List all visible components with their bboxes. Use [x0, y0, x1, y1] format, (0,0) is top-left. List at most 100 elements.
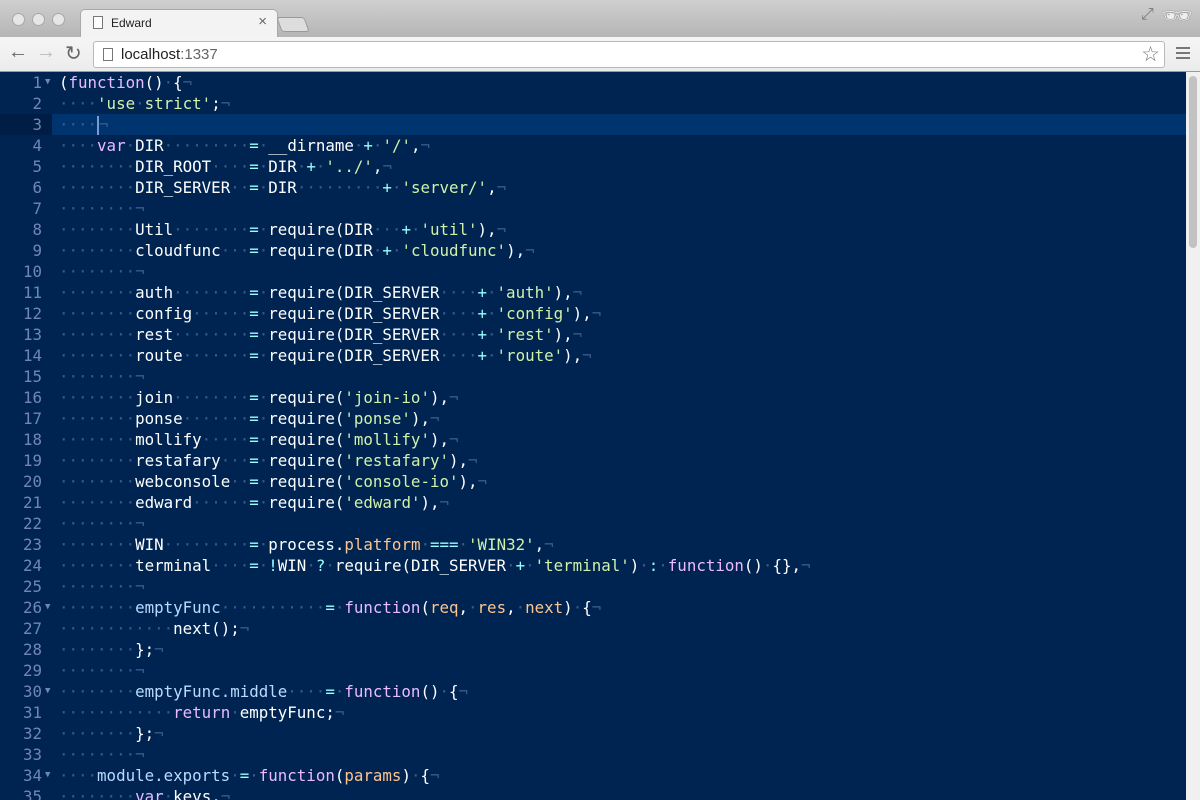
code-token: : [648, 556, 659, 575]
eol-marker: ¬ [135, 367, 145, 386]
code-line[interactable]: 9 ········cloudfunc···=·require(DIR·+·'cl… [0, 240, 1186, 261]
code-line[interactable]: 34 ▼ ····module.exports·=·function(params)… [0, 765, 1186, 786]
code-text: ········webconsole··=·require('console-i… [59, 471, 487, 492]
code-token: + [515, 556, 526, 575]
code-line[interactable]: 20 ········webconsole··=·require('console… [0, 471, 1186, 492]
code-token: = [249, 283, 259, 302]
code-line[interactable]: 1 ▼ (function()·{¬ [0, 72, 1186, 93]
eol-marker: ¬ [468, 451, 478, 470]
address-bar[interactable]: localhost:1337 ☆ [93, 41, 1165, 68]
code-token: ·require( [258, 409, 345, 428]
code-line[interactable]: 4 ····var·DIR·········=·__dirname·+·'/',¬ [0, 135, 1186, 156]
line-number: 13 [22, 325, 42, 344]
reload-icon[interactable]: ↻ [65, 41, 82, 66]
eol-marker: ¬ [420, 136, 431, 155]
eol-marker: ¬ [572, 283, 583, 302]
fold-arrow-icon[interactable]: ▼ [45, 765, 50, 786]
code-token: ? [315, 556, 326, 575]
eol-marker: ¬ [135, 514, 145, 533]
code-token: res [477, 598, 507, 617]
incognito-icon: 🕶 [1162, 3, 1193, 30]
new-tab-button[interactable] [276, 17, 310, 32]
line-number: 15 [22, 367, 42, 386]
code-line[interactable]: 35 ········var·keys,¬ [0, 786, 1186, 800]
eol-marker: ¬ [449, 388, 459, 407]
code-token: · [525, 556, 535, 575]
code-line[interactable]: 3 ···· ¬ [0, 114, 1186, 135]
code-text: ········ponse·······=·require('ponse'),¬ [59, 408, 439, 429]
code-line[interactable]: 29 ········¬ [0, 660, 1186, 681]
code-line[interactable]: 2 ····'use·strict';¬ [0, 93, 1186, 114]
code-token: ········ [59, 514, 136, 533]
window-minimize-button[interactable] [32, 13, 45, 26]
code-line[interactable]: 26 ▼ ········emptyFunc···········=·functio… [0, 597, 1186, 618]
line-number: 12 [22, 304, 42, 323]
code-text: (function()·{¬ [59, 72, 192, 93]
code-text: ········var·keys,¬ [59, 786, 230, 800]
eol-marker: ¬ [135, 199, 145, 218]
code-line[interactable]: 19 ········restafary···=·require('restafa… [0, 450, 1186, 471]
code-line[interactable]: 31 ············return·emptyFunc;¬ [0, 702, 1186, 723]
code-line[interactable]: 32 ········};¬ [0, 723, 1186, 744]
tab-edward[interactable]: Edward × [80, 9, 278, 37]
scrollbar-thumb[interactable] [1189, 76, 1197, 248]
code-line[interactable]: 25 ········¬ [0, 576, 1186, 597]
code-line[interactable]: 22 ········¬ [0, 513, 1186, 534]
code-token: ········config······ [59, 304, 250, 323]
eol-marker: ¬ [496, 220, 507, 239]
code-token: = [249, 409, 259, 428]
code-line[interactable]: 18 ········mollify·····=·require('mollify… [0, 429, 1186, 450]
code-token: ·require(DIR_SERVER···· [258, 283, 478, 302]
star-icon[interactable]: ☆ [1141, 42, 1160, 67]
code-line[interactable]: 12 ········config······=·require(DIR_SERV… [0, 303, 1186, 324]
code-line[interactable]: 27 ············next();¬ [0, 618, 1186, 639]
fold-arrow-icon[interactable]: ▼ [45, 72, 50, 93]
url-text[interactable]: localhost:1337 [121, 46, 218, 63]
code-line[interactable]: 10 ········¬ [0, 261, 1186, 282]
code-editor[interactable]: 1 ▼ (function()·{¬ 2 ····'use·strict';¬ 3 ····… [0, 72, 1186, 800]
code-token: = [249, 472, 259, 491]
code-token: ··········· [220, 598, 326, 617]
code-line[interactable]: 28 ········};¬ [0, 639, 1186, 660]
code-line[interactable]: 16 ········join········=·require('join-io… [0, 387, 1186, 408]
fold-arrow-icon[interactable]: ▼ [45, 597, 50, 618]
code-text: ········¬ [59, 513, 145, 534]
code-token: ·require(DIR_SERVER···· [258, 304, 478, 323]
menu-icon[interactable] [1176, 47, 1190, 62]
code-line[interactable]: 6 ········DIR_SERVER··=·DIR·········+·'se… [0, 177, 1186, 198]
code-line[interactable]: 14 ········route·······=·require(DIR_SERV… [0, 345, 1186, 366]
code-line[interactable]: 21 ········edward······=·require('edward'… [0, 492, 1186, 513]
close-icon[interactable]: × [258, 13, 267, 30]
forward-icon[interactable]: → [36, 41, 56, 64]
fold-arrow-icon[interactable]: ▼ [45, 681, 50, 702]
code-line[interactable]: 8 ········Util········=·require(DIR···+·'… [0, 219, 1186, 240]
eol-marker: ¬ [135, 745, 145, 764]
code-line[interactable]: 33 ········¬ [0, 744, 1186, 765]
code-line[interactable]: 11 ········auth········=·require(DIR_SERV… [0, 282, 1186, 303]
eol-marker: ¬ [99, 115, 109, 134]
window-close-button[interactable] [12, 13, 25, 26]
code-line[interactable]: 15 ········¬ [0, 366, 1186, 387]
window-zoom-button[interactable] [52, 13, 65, 26]
page-icon [103, 48, 113, 61]
fullscreen-icon[interactable]: ⤢ [1141, 6, 1154, 24]
code-line[interactable]: 13 ········rest········=·require(DIR_SERV… [0, 324, 1186, 345]
code-line[interactable]: 30 ▼ ········emptyFunc.middle····=·functio… [0, 681, 1186, 702]
back-icon[interactable]: ← [8, 41, 28, 64]
code-token: ), [458, 472, 478, 491]
code-line[interactable]: 24 ········terminal····=·!WIN·?·require(D… [0, 555, 1186, 576]
code-token: = [249, 178, 259, 197]
eol-marker: ¬ [591, 598, 602, 617]
scrollbar[interactable] [1186, 72, 1200, 800]
code-token: ( [334, 766, 345, 785]
code-line[interactable]: 7 ········¬ [0, 198, 1186, 219]
code-line[interactable]: 17 ········ponse·······=·require('ponse')… [0, 408, 1186, 429]
code-text: ···· ¬ [59, 114, 109, 135]
code-text: ········terminal····=·!WIN·?·require(DIR… [59, 555, 811, 576]
code-token: ( [420, 598, 430, 617]
line-number: 24 [22, 556, 42, 575]
code-text: ········WIN·········=·process.platform·=… [59, 534, 554, 555]
code-text: ········¬ [59, 366, 145, 387]
code-line[interactable]: 5 ········DIR_ROOT····=·DIR·+·'../',¬ [0, 156, 1186, 177]
code-line[interactable]: 23 ········WIN·········=·process.platform… [0, 534, 1186, 555]
